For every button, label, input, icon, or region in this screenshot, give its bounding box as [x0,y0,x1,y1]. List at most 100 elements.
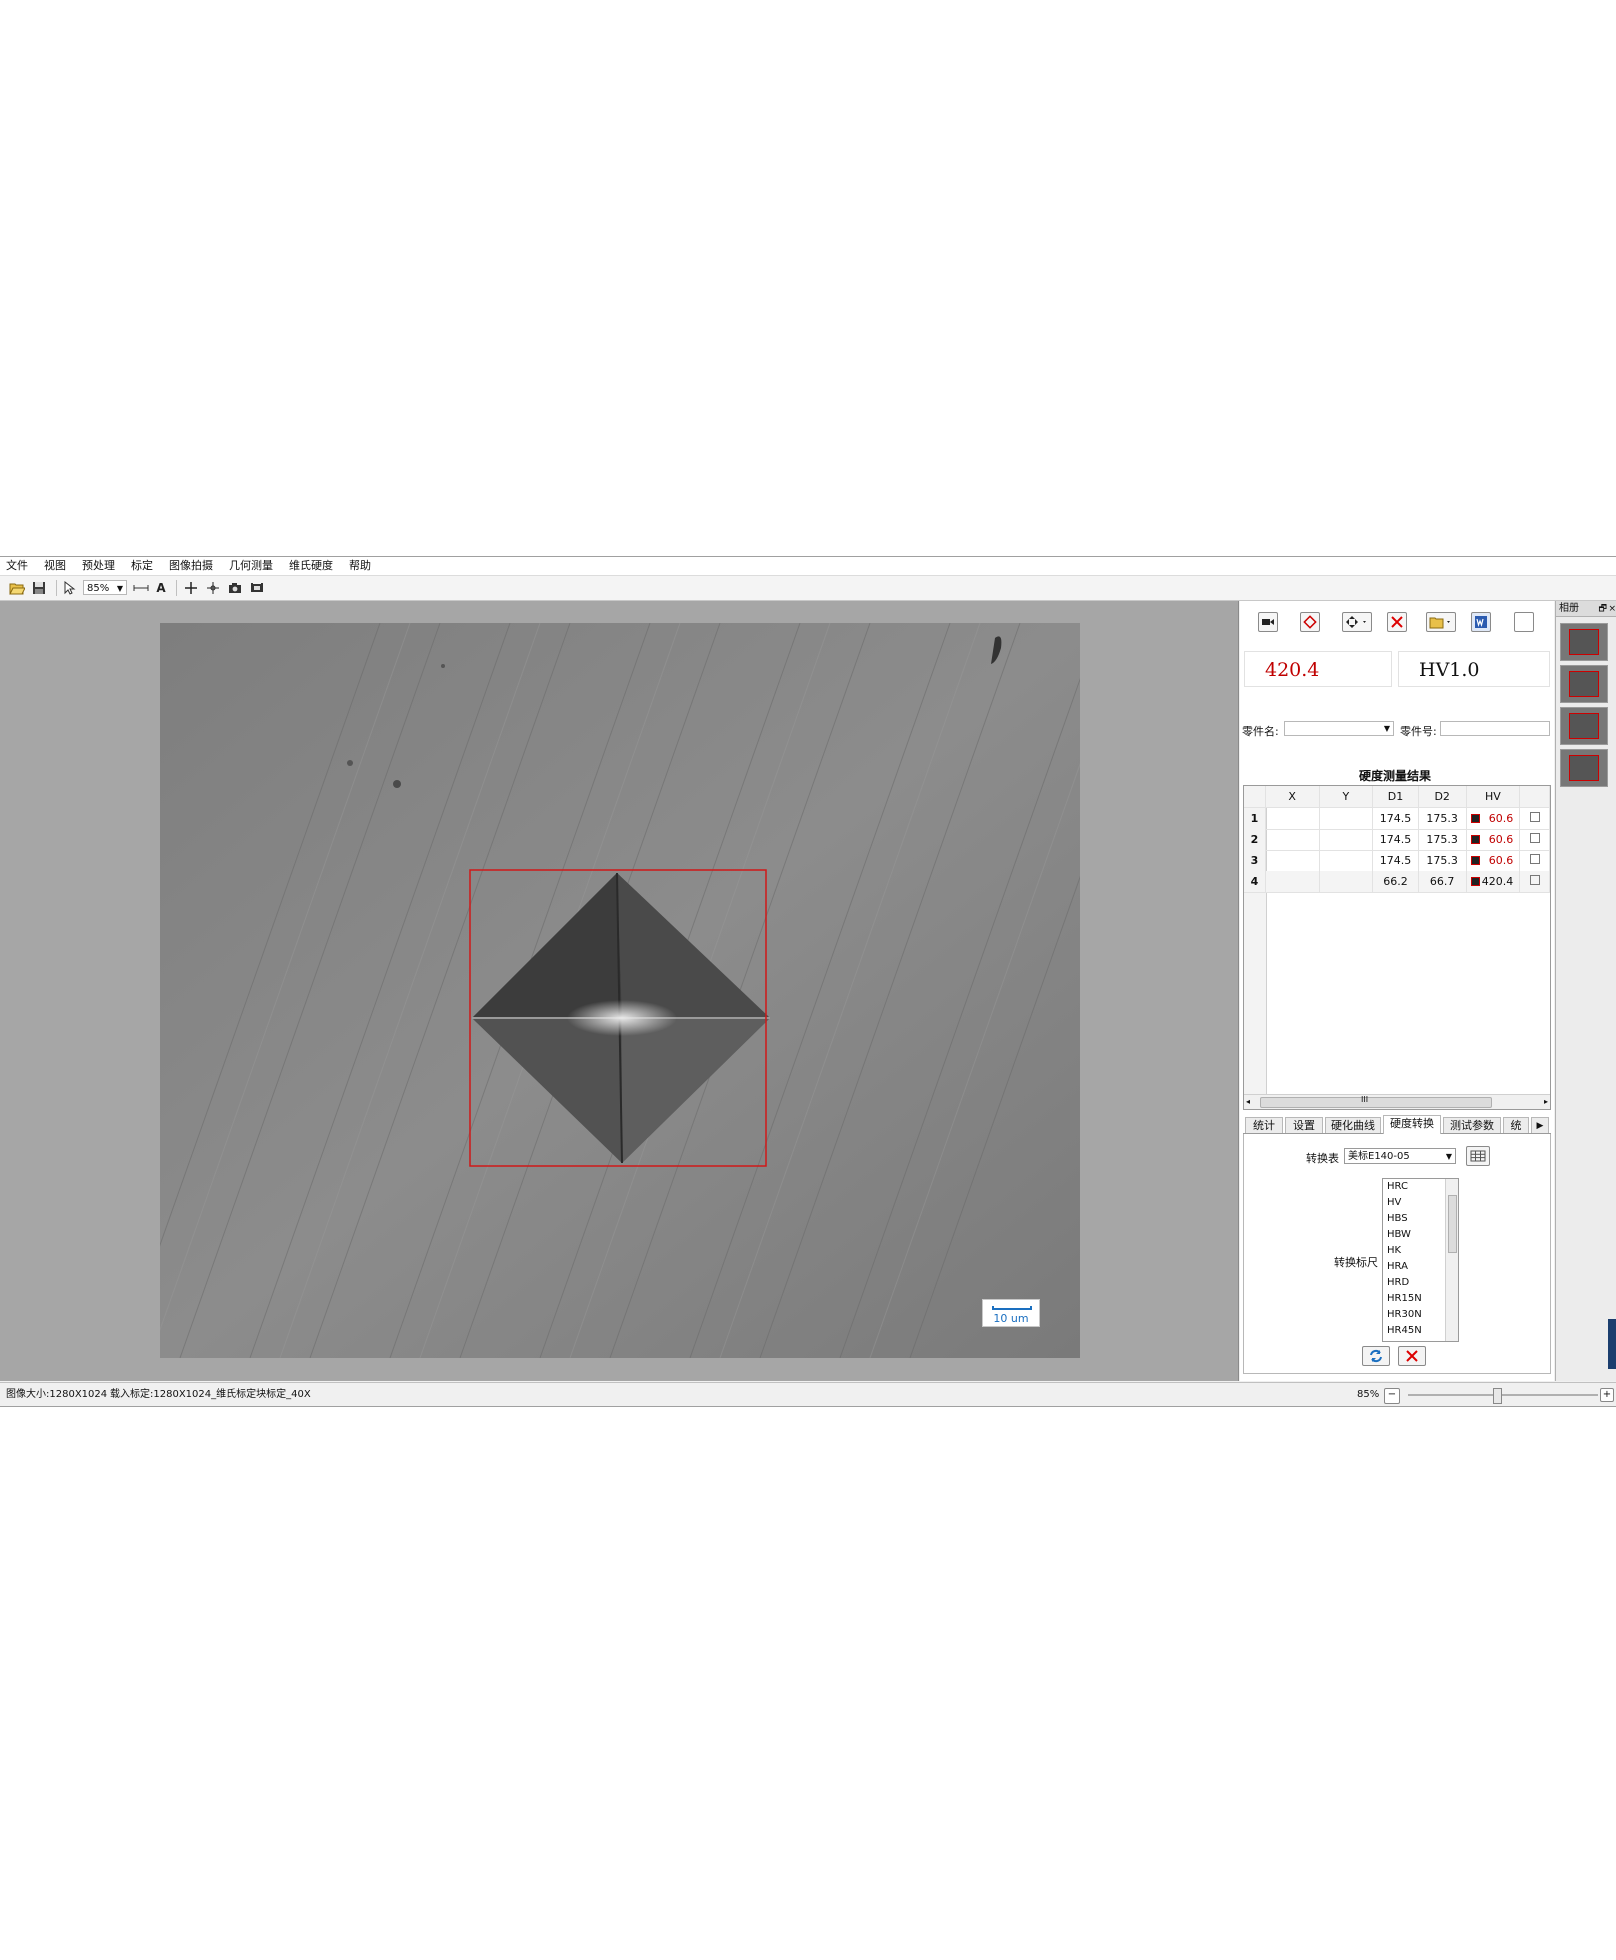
application-window: 文件 视图 预处理 标定 图像拍摄 几何测量 维氏硬度 帮助 85% ▼ A 1… [0,556,1616,1407]
scroll-grip-mark: III [1361,1095,1369,1104]
album-thumbnail[interactable] [1560,665,1608,703]
open-folder-icon [1426,612,1456,632]
row-checkbox[interactable] [1520,829,1550,850]
row-checkbox[interactable] [1520,808,1550,829]
part-name-combo[interactable]: ▼ [1284,721,1394,736]
menu-preprocess[interactable]: 预处理 [74,557,123,575]
zoom-slider[interactable] [1408,1388,1598,1404]
word-icon [1471,612,1491,632]
auto-measure-button[interactable] [1298,611,1322,633]
camera-icon[interactable] [227,579,243,597]
refresh-icon [1370,1349,1382,1363]
table-row[interactable]: 4 66.2 66.7 420.4 [1244,871,1550,893]
menu-file[interactable]: 文件 [0,557,36,575]
blank-page-button[interactable] [1512,611,1536,633]
header-corner [1244,786,1266,807]
open-folder-icon[interactable] [8,579,26,597]
table-row[interactable]: 3 174.5 175.3 60.6 [1244,850,1550,872]
tab-scroll-arrows[interactable]: ▶ [1531,1117,1549,1133]
save-icon[interactable] [30,579,48,597]
scrollbar-thumb[interactable]: III [1260,1095,1492,1108]
cell-y [1320,829,1374,850]
status-bar: 图像大小:1280X1024 载入标定:1280X1024_维氏标定块标定_40… [0,1382,1616,1406]
cell-y [1320,808,1374,829]
restore-icon[interactable]: 🗗 [1599,601,1607,617]
part-number-label: 零件号: [1400,725,1437,738]
table-row[interactable]: 1 174.5 175.3 60.6 [1244,808,1550,830]
pointer-icon[interactable] [62,579,78,597]
table-horizontal-scrollbar[interactable]: ◂ III ▸ [1244,1094,1550,1109]
text-tool-icon[interactable]: A [154,579,168,597]
live-camera-button[interactable] [1256,611,1280,633]
cell-hv: 60.6 [1467,808,1521,829]
row-checkbox[interactable] [1520,871,1550,892]
scroll-right-icon[interactable]: ▸ [1544,1095,1548,1109]
menu-image-capture[interactable]: 图像拍摄 [161,557,221,575]
open-file-button[interactable] [1424,611,1458,633]
table-row[interactable]: 2 174.5 175.3 60.6 [1244,829,1550,851]
cell-hv-value: 60.6 [1488,833,1514,846]
diamond-icon [1300,612,1320,632]
tab-statistics[interactable]: 统计 [1245,1117,1283,1133]
header-x[interactable]: X [1265,786,1320,807]
scale-bar-label: 10 um [993,1312,1029,1325]
clear-button[interactable] [1398,1346,1426,1366]
indentation-micrograph [160,623,1080,1358]
tab-more[interactable]: 统 [1503,1117,1529,1133]
chevron-down-icon: ▼ [116,584,123,593]
tab-settings[interactable]: 设置 [1285,1117,1323,1133]
tab-test-parameters[interactable]: 测试参数 [1443,1117,1501,1133]
menu-help[interactable]: 帮助 [341,557,379,575]
cell-d1: 174.5 [1373,808,1419,829]
chevron-down-icon: ▼ [1383,724,1390,733]
list-scrollbar[interactable] [1445,1179,1458,1341]
zoom-slider-thumb[interactable] [1493,1388,1502,1404]
measure-line-icon[interactable] [132,579,150,597]
crosshair-icon[interactable] [183,579,199,597]
menu-bar: 文件 视图 预处理 标定 图像拍摄 几何测量 维氏硬度 帮助 [0,557,1616,576]
fit-view-button[interactable] [1340,611,1374,633]
move-crosshair-icon[interactable] [205,579,221,597]
row-number: 1 [1244,808,1266,829]
scroll-left-icon[interactable]: ◂ [1246,1095,1250,1109]
zoom-out-icon[interactable]: − [1384,1388,1400,1404]
cell-d2: 66.7 [1419,871,1467,892]
menu-view[interactable]: 视图 [36,557,74,575]
menu-calibration[interactable]: 标定 [123,557,161,575]
film-icon[interactable] [249,579,265,597]
tab-hardness-conversion[interactable]: 硬度转换 [1383,1115,1441,1134]
export-word-button[interactable] [1469,611,1493,633]
table-view-button[interactable] [1466,1146,1490,1166]
header-hv[interactable]: HV [1466,786,1521,807]
cell-hv: 60.6 [1467,850,1521,871]
album-thumbnail[interactable] [1560,623,1608,661]
cell-x [1266,808,1320,829]
row-checkbox[interactable] [1520,850,1550,871]
conversion-table-select[interactable]: 美标E140-05 ▼ [1344,1148,1456,1164]
menu-vickers[interactable]: 维氏硬度 [281,557,341,575]
cell-d2: 175.3 [1419,808,1467,829]
convert-button[interactable] [1362,1346,1390,1366]
scrollbar-thumb[interactable] [1448,1195,1457,1253]
results-table[interactable]: X Y D1 D2 HV 1 174.5 175.3 60.6 2 174.5 … [1243,785,1551,1110]
cell-d1: 174.5 [1373,829,1419,850]
close-icon[interactable]: × [1608,601,1616,617]
album-thumbnail[interactable] [1560,707,1608,745]
cell-y [1320,850,1374,871]
close-icon [1406,1350,1418,1362]
menu-geometry[interactable]: 几何测量 [221,557,281,575]
header-y[interactable]: Y [1319,786,1374,807]
part-number-field[interactable] [1440,721,1550,736]
album-thumbnail[interactable] [1560,749,1608,787]
conversion-table-value: 美标E140-05 [1348,1151,1410,1162]
image-viewer[interactable]: 10 um [0,601,1239,1381]
delete-button[interactable] [1385,611,1409,633]
zoom-in-icon[interactable]: + [1600,1388,1614,1402]
zoom-select[interactable]: 85% ▼ [83,580,127,595]
header-d1[interactable]: D1 [1373,786,1419,807]
tab-hardening-curve[interactable]: 硬化曲线 [1325,1117,1381,1133]
side-scroll-indicator[interactable] [1608,1319,1616,1369]
microscope-image[interactable]: 10 um [160,623,1080,1358]
conversion-scale-list[interactable]: HRC HV HBS HBW HK HRA HRD HR15N HR30N HR… [1382,1178,1459,1342]
header-d2[interactable]: D2 [1418,786,1467,807]
